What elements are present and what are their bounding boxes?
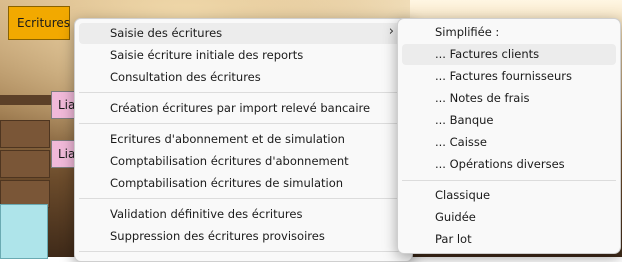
chevron-right-icon: › xyxy=(388,24,394,39)
menu-separator xyxy=(79,123,408,124)
submenu-item-classique[interactable]: Classique xyxy=(402,185,616,206)
background-tile xyxy=(0,204,48,259)
menu-item-label: Ecritures d'abonnement et de simulation xyxy=(110,132,345,146)
menu-item-label: Comptabilisation écritures de simulation xyxy=(110,176,344,190)
saisie-submenu: Simplifiée : ... Factures clients ... Fa… xyxy=(397,18,621,254)
menu-item-suppression-provisoires[interactable]: Suppression des écritures provisoires xyxy=(79,226,408,247)
submenu-item-label: ... Caisse xyxy=(435,135,487,149)
background-drawer xyxy=(0,120,50,148)
lia-button-label: Lia xyxy=(58,98,76,112)
submenu-item-guidee[interactable]: Guidée xyxy=(402,207,616,228)
background-drawer xyxy=(0,150,50,178)
menu-separator xyxy=(79,198,408,199)
submenu-item-caisse[interactable]: ... Caisse xyxy=(402,132,616,153)
submenu-item-par-lot[interactable]: Par lot xyxy=(402,229,616,250)
menu-item-label: Validation définitive des écritures xyxy=(110,207,303,221)
submenu-item-notes-de-frais[interactable]: ... Notes de frais xyxy=(402,88,616,109)
menu-item-saisie-des-ecritures[interactable]: Saisie des écritures › xyxy=(79,23,408,44)
menu-item-label: Saisie des écritures xyxy=(110,26,223,40)
menu-item-consultation-ecritures[interactable]: Consultation des écritures xyxy=(79,67,408,88)
menu-item-ecritures-abonnement-simulation[interactable]: Ecritures d'abonnement et de simulation xyxy=(79,129,408,150)
submenu-item-label: ... Factures fournisseurs xyxy=(435,69,572,83)
menu-item-label: Comptabilisation écritures d'abonnement xyxy=(110,154,349,168)
menu-item-label: Création écritures par import relevé ban… xyxy=(110,101,371,115)
submenu-item-operations-diverses[interactable]: ... Opérations diverses xyxy=(402,154,616,175)
menu-item-import-releve-bancaire[interactable]: Création écritures par import relevé ban… xyxy=(79,98,408,119)
submenu-item-label: Guidée xyxy=(435,210,476,224)
submenu-item-label: ... Opérations diverses xyxy=(435,157,565,171)
submenu-item-label: Classique xyxy=(435,188,491,202)
submenu-header: Simplifiée : xyxy=(402,22,616,43)
menu-separator xyxy=(79,92,408,93)
ecritures-menu: Saisie des écritures › Saisie écriture i… xyxy=(74,18,413,262)
menu-item-validation-definitive[interactable]: Validation définitive des écritures xyxy=(79,204,408,225)
submenu-item-label: Par lot xyxy=(435,232,472,246)
menu-item-label: Suppression des écritures provisoires xyxy=(110,229,325,243)
menu-item-comptabilisation-abonnement[interactable]: Comptabilisation écritures d'abonnement xyxy=(79,151,408,172)
submenu-header-label: Simplifiée : xyxy=(435,25,500,39)
submenu-item-label: ... Banque xyxy=(435,113,494,127)
menu-item-comptabilisation-simulation[interactable]: Comptabilisation écritures de simulation xyxy=(79,173,408,194)
ecritures-tab-label: Ecritures xyxy=(17,16,71,30)
ecritures-tab-button[interactable]: Ecritures xyxy=(8,6,70,40)
menu-item-saisie-ecriture-initiale[interactable]: Saisie écriture initiale des reports xyxy=(79,45,408,66)
menu-item-label: Saisie écriture initiale des reports xyxy=(110,48,304,62)
submenu-item-label: ... Factures clients xyxy=(435,47,540,61)
menu-separator xyxy=(79,251,408,252)
submenu-item-banque[interactable]: ... Banque xyxy=(402,110,616,131)
submenu-item-label: ... Notes de frais xyxy=(435,91,530,105)
lia-button-label: Lia xyxy=(58,147,76,161)
submenu-item-factures-fournisseurs[interactable]: ... Factures fournisseurs xyxy=(402,66,616,87)
submenu-item-factures-clients[interactable]: ... Factures clients xyxy=(402,44,616,65)
menu-item-label: Consultation des écritures xyxy=(110,70,261,84)
submenu-separator xyxy=(402,180,616,181)
